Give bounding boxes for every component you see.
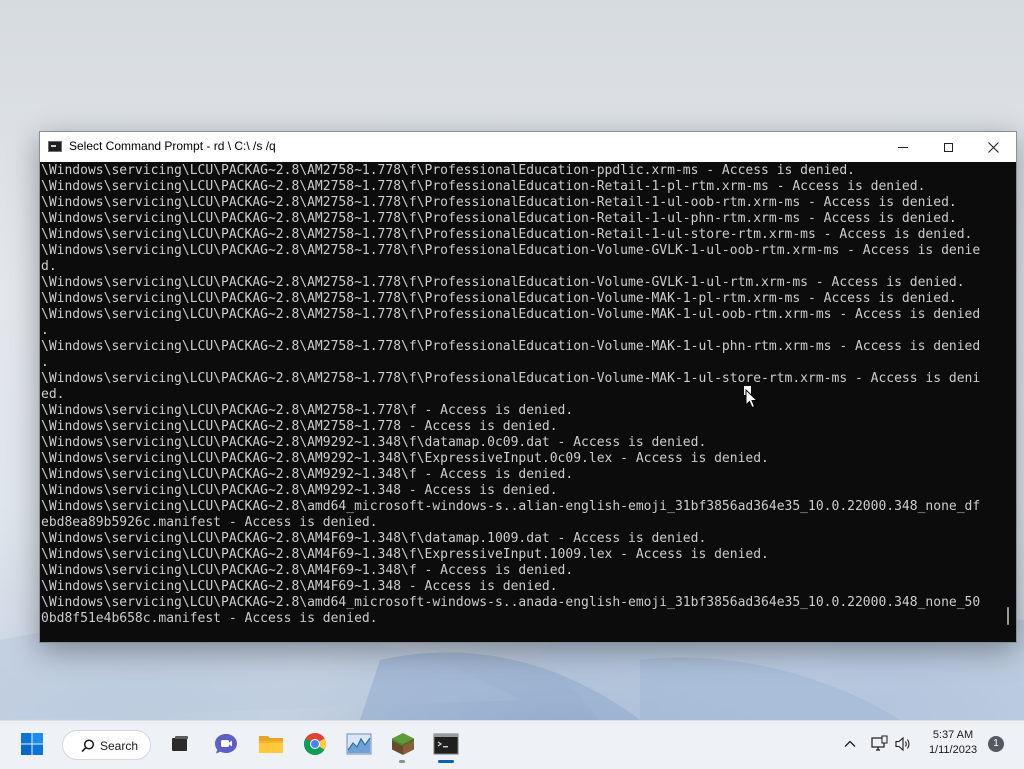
console-line: \Windows\servicing\LCU\PACKAG~2.8\AM4F69… — [41, 531, 707, 546]
console-scrollbar[interactable] — [1000, 163, 1016, 641]
active-indicator — [438, 760, 454, 763]
console-line: \Windows\servicing\LCU\PACKAG~2.8\AM2758… — [41, 211, 957, 226]
maximize-button[interactable] — [925, 132, 971, 162]
teams-chat-icon — [215, 734, 237, 754]
console-line: 0bd8f51e4b658c.manifest - Access is deni… — [41, 611, 378, 626]
console-output[interactable]: \Windows\servicing\LCU\PACKAG~2.8\AM2758… — [40, 163, 1000, 641]
console-line: \Windows\servicing\LCU\PACKAG~2.8\AM2758… — [41, 307, 981, 322]
taskbar-minecraft[interactable] — [383, 724, 423, 764]
console-line: \Windows\servicing\LCU\PACKAG~2.8\amd64_… — [41, 595, 981, 610]
show-hidden-icons-chevron-up-icon[interactable] — [842, 736, 858, 752]
console-line: ed. — [41, 387, 65, 402]
running-indicator — [399, 760, 405, 763]
console-line: \Windows\servicing\LCU\PACKAG~2.8\AM2758… — [41, 195, 957, 210]
taskbar-command-prompt[interactable] — [426, 724, 466, 764]
close-button[interactable] — [970, 132, 1016, 162]
console-line: \Windows\servicing\LCU\PACKAG~2.8\AM9292… — [41, 451, 769, 466]
maximize-icon — [943, 142, 953, 152]
console-line: . — [41, 355, 49, 370]
close-icon — [987, 141, 999, 153]
command-prompt-app-icon[interactable] — [48, 141, 62, 152]
command-prompt-window[interactable]: Select Command Prompt - rd \ C:\ /s /q \… — [39, 131, 1017, 643]
console-line: \Windows\servicing\LCU\PACKAG~2.8\AM2758… — [41, 179, 926, 194]
minimize-button[interactable] — [880, 132, 926, 162]
console-line: \Windows\servicing\LCU\PACKAG~2.8\amd64_… — [41, 499, 981, 514]
taskbar-search-box[interactable]: Search — [62, 730, 151, 760]
mouse-pointer-icon — [745, 389, 759, 409]
scrollbar-thumb[interactable] — [1007, 607, 1009, 625]
console-line: \Windows\servicing\LCU\PACKAG~2.8\AM4F69… — [41, 547, 769, 562]
taskbar-resource-monitor[interactable] — [339, 724, 379, 764]
volume-icon[interactable] — [894, 735, 912, 753]
file-explorer-icon — [259, 736, 283, 753]
minecraft-icon — [392, 733, 414, 755]
task-view-icon — [172, 736, 188, 751]
taskbar-file-explorer[interactable] — [251, 724, 291, 764]
console-line: \Windows\servicing\LCU\PACKAG~2.8\AM4F69… — [41, 579, 558, 594]
console-line: \Windows\servicing\LCU\PACKAG~2.8\AM9292… — [41, 435, 707, 450]
console-line: \Windows\servicing\LCU\PACKAG~2.8\AM9292… — [41, 467, 574, 482]
taskbar-task-view[interactable] — [160, 724, 200, 764]
search-icon — [81, 739, 95, 753]
network-icon[interactable] — [870, 735, 888, 753]
console-line: \Windows\servicing\LCU\PACKAG~2.8\AM2758… — [41, 243, 981, 258]
console-line: \Windows\servicing\LCU\PACKAG~2.8\AM2758… — [41, 419, 558, 434]
console-line: d. — [41, 259, 57, 274]
taskbar-chrome[interactable] — [295, 724, 335, 764]
chrome-icon — [304, 733, 326, 755]
search-label: Search — [100, 739, 139, 753]
window-titlebar[interactable]: Select Command Prompt - rd \ C:\ /s /q — [40, 132, 1016, 162]
console-line: \Windows\servicing\LCU\PACKAG~2.8\AM2758… — [41, 403, 574, 418]
console-line: \Windows\servicing\LCU\PACKAG~2.8\AM2758… — [41, 371, 981, 386]
console-line: \Windows\servicing\LCU\PACKAG~2.8\AM2758… — [41, 339, 981, 354]
console-line: \Windows\servicing\LCU\PACKAG~2.8\AM2758… — [41, 275, 965, 290]
console-line: \Windows\servicing\LCU\PACKAG~2.8\AM9292… — [41, 483, 558, 498]
taskbar-chat[interactable] — [206, 724, 246, 764]
console-line: \Windows\servicing\LCU\PACKAG~2.8\AM2758… — [41, 291, 957, 306]
minimize-icon — [898, 146, 908, 148]
window-title: Select Command Prompt - rd \ C:\ /s /q — [69, 139, 276, 153]
console-line: ebd8ea89b5926c.manifest - Access is deni… — [41, 515, 378, 530]
clock-time: 5:37 AM — [932, 729, 974, 741]
command-prompt-icon — [433, 733, 459, 755]
taskbar-clock[interactable]: 5:37 AM 1/11/2023 — [918, 728, 988, 758]
clock-date: 1/11/2023 — [928, 744, 978, 756]
start-button[interactable] — [12, 724, 52, 764]
console-line: \Windows\servicing\LCU\PACKAG~2.8\AM2758… — [41, 163, 855, 178]
resource-monitor-icon — [346, 733, 372, 755]
console-line: . — [41, 323, 49, 338]
windows-start-icon — [21, 733, 43, 755]
console-line: \Windows\servicing\LCU\PACKAG~2.8\AM2758… — [41, 227, 973, 242]
notification-badge[interactable]: 1 — [988, 736, 1004, 752]
console-line: \Windows\servicing\LCU\PACKAG~2.8\AM4F69… — [41, 563, 574, 578]
